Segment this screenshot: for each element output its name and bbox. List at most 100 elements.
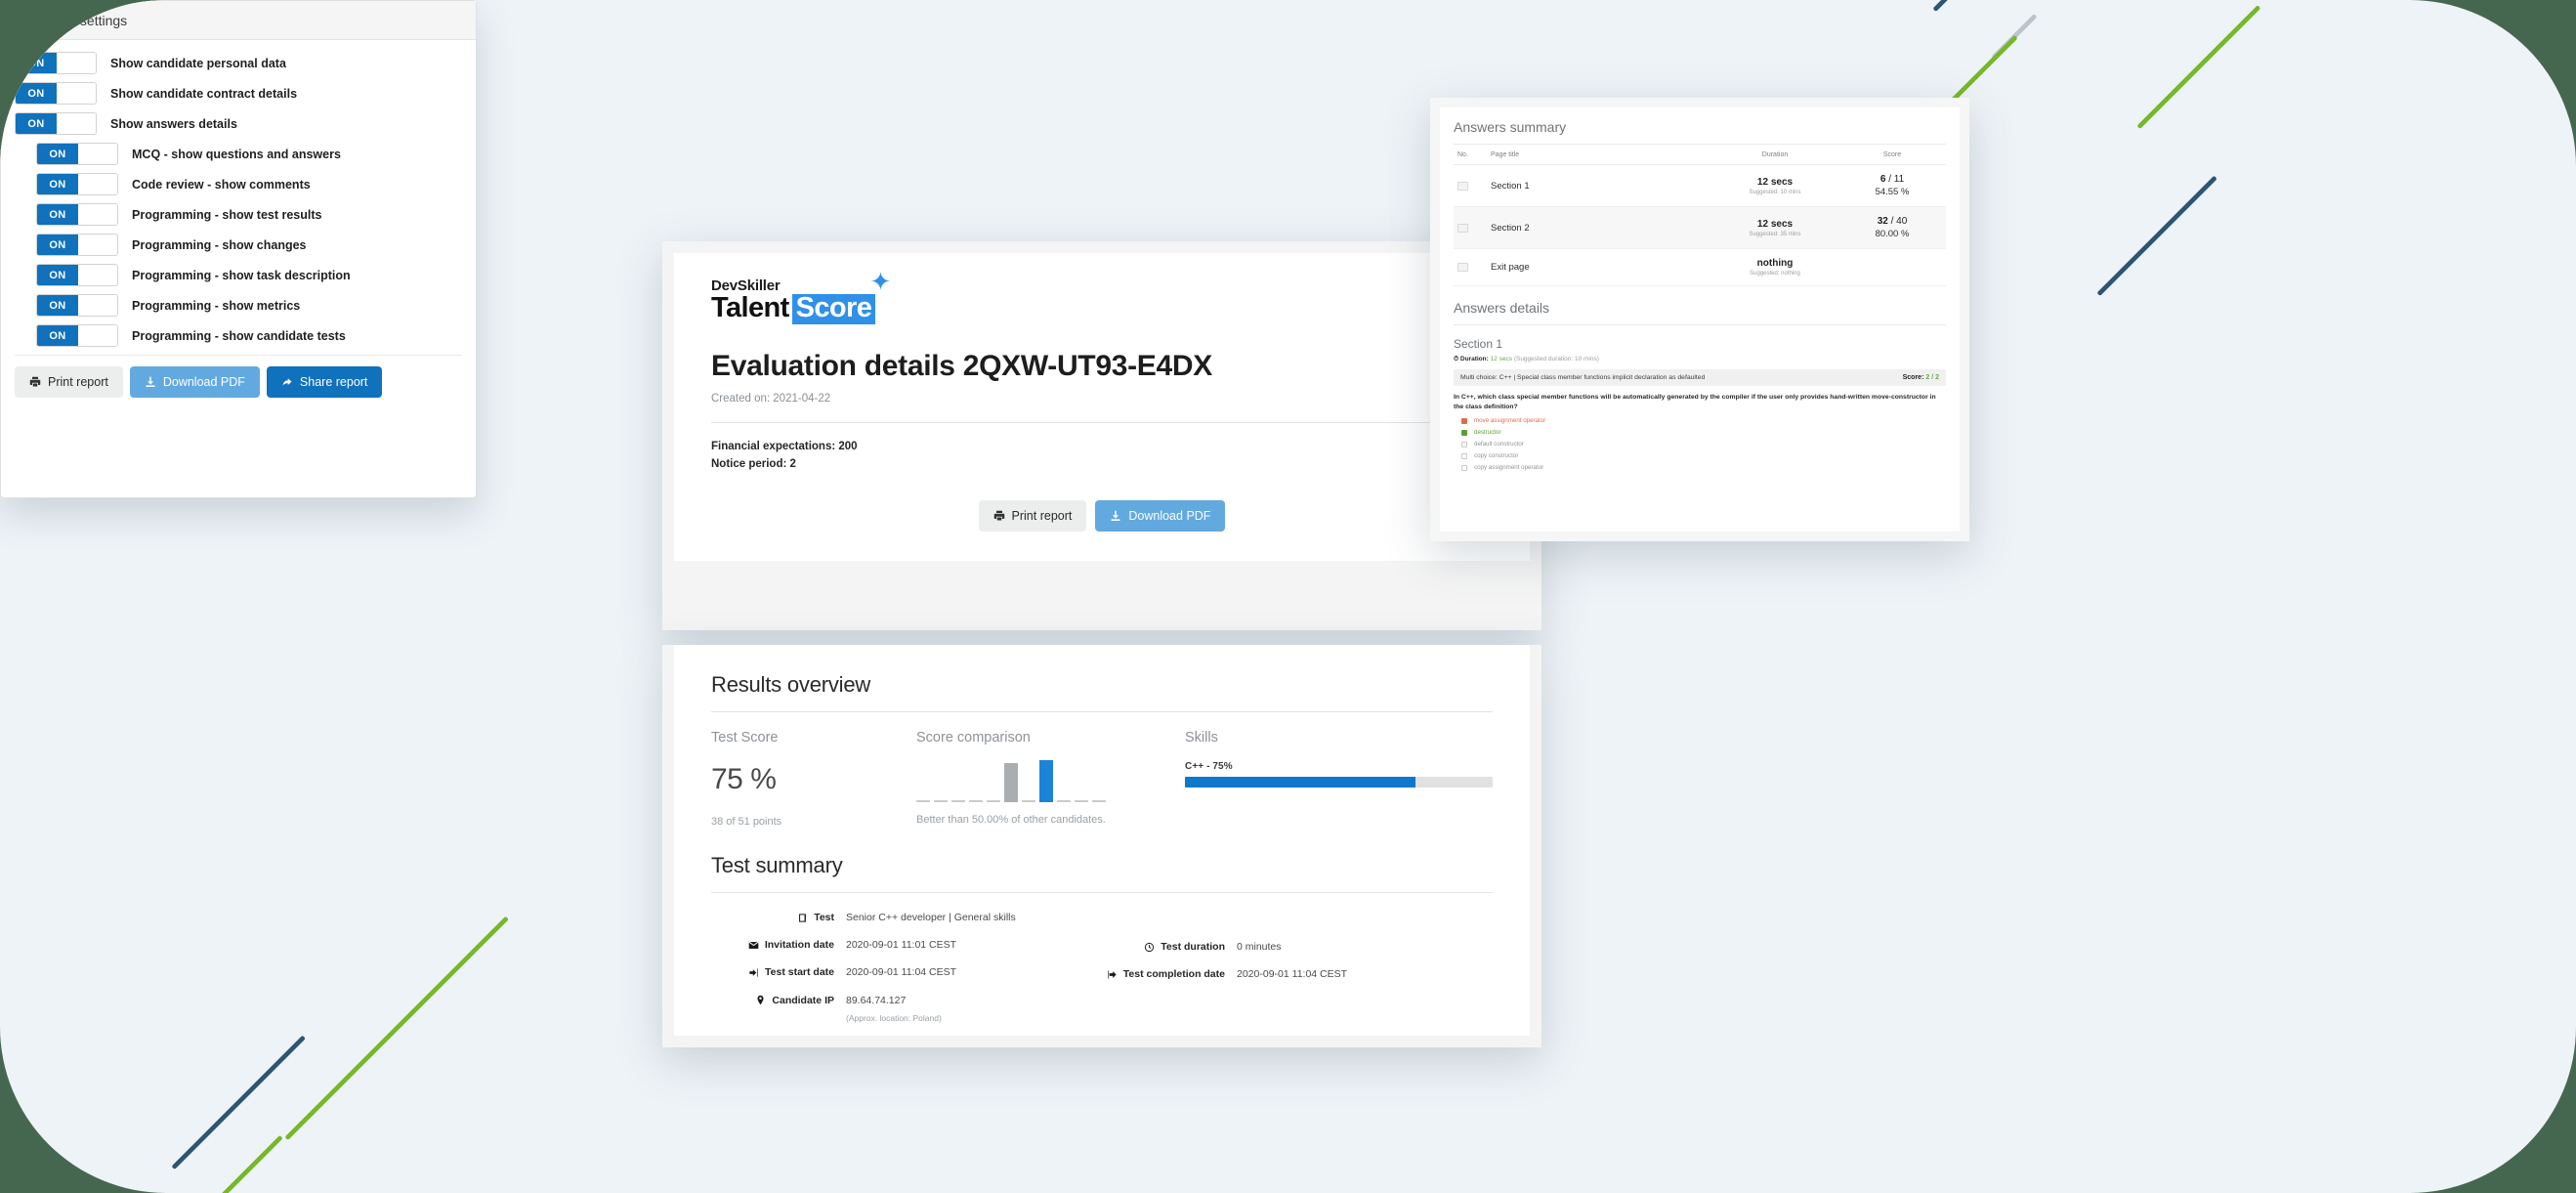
answer-option: copy assignment operator [1454,464,1946,471]
checkbox-icon[interactable] [1457,263,1468,272]
test-summary-key-label: Test start date [765,966,834,979]
test-summary-key: Test duration [1102,940,1225,953]
test-summary-key-label: Test duration [1161,941,1225,953]
test-summary-row: Invitation date 2020-09-01 11:01 CEST [711,938,1102,953]
score-comparison-label: Score comparison [916,730,1031,746]
results-overview-heading: Results overview [711,672,871,697]
histogram-tick [1092,800,1106,802]
test-summary-row: Test completion date 2020-09-01 11:04 CES… [1102,967,1493,982]
skills-column: Skills C++ - 75% [1185,730,1493,828]
checkbox-icon[interactable] [1457,181,1468,191]
histogram-tick [951,800,965,802]
incorrect-checkbox-icon [1461,417,1467,424]
setting-label: Programming - show candidate tests [132,328,346,343]
setting-toggle-state: ON [16,113,57,134]
download-pdf-button[interactable]: Download PDF [1095,500,1226,533]
histogram-tick [987,800,1000,802]
deco-line-green-4 [221,1134,283,1193]
row-duration-value: 12 secs [1756,218,1794,230]
question-bar-title: Multi choice: C++ | Special class member… [1460,374,1706,381]
column-header-no: No. [1454,145,1487,165]
setting-toggle[interactable]: ON [15,82,97,105]
report-setting-row: ON Programming - show test results [15,203,462,226]
setting-toggle[interactable]: ON [15,112,97,135]
test-summary-left-column: Test Senior C++ developer | General skill… [711,911,1102,1037]
setting-toggle[interactable]: ON [36,234,118,256]
test-summary-value-text: 2020-09-01 11:01 CEST [846,939,957,952]
report-setting-row: ON Show answers details [15,112,462,135]
download-pdf-label: Download PDF [1128,509,1211,524]
test-summary-heading: Test summary [711,853,843,877]
deco-line-navy-1 [1932,0,2053,13]
row-score-percent: 54.55 % [1875,187,1910,197]
printer-icon [29,376,41,388]
setting-toggle[interactable]: ON [36,143,118,165]
answers-sheet: Answers summary No. Page title Duration … [1440,107,1960,532]
test-summary-value: 0 minutes [1225,940,1282,955]
settings-print-report-button[interactable]: Print report [15,366,123,398]
histogram-tick [934,800,948,802]
row-score-fraction: 6 / 11 [1879,174,1905,185]
signout-icon [1107,969,1118,980]
answers-summary-heading: Answers summary [1454,119,1567,135]
setting-toggle[interactable]: ON [36,173,118,195]
test-summary-key: Invitation date [711,938,834,951]
settings-print-report-label: Print report [48,375,108,389]
report-setting-row: ON Programming - show changes [15,234,462,256]
test-score-points: 38 of 51 points [711,816,782,828]
divider [711,421,1493,423]
answer-option-label: copy assignment operator [1474,464,1544,472]
test-summary-value-text: 89.64.74.127 [846,994,907,1006]
answers-details-section-name: Section 1 [1454,337,1503,351]
test-score-column: Test Score 75 % 38 of 51 points [711,730,916,828]
score-comparison-note: Better than 50.00% of other candidates. [916,814,1106,826]
checkbox-icon [1461,441,1467,447]
setting-toggle-knob [56,83,96,104]
clock-icon [1144,942,1155,953]
report-setting-row: ON Programming - show task description [15,264,462,286]
setting-toggle[interactable]: ON [36,324,118,347]
row-checkbox-cell[interactable] [1454,248,1487,286]
setting-toggle[interactable]: ON [15,52,97,74]
print-report-button[interactable]: Print report [978,500,1087,533]
test-summary-key-label: Test [814,912,834,923]
divider [711,892,1493,893]
divider [711,711,1493,712]
setting-toggle-state: ON [37,174,78,194]
row-checkbox-cell[interactable] [1454,206,1487,249]
report-setting-row: ON Code review - show comments [15,173,462,195]
settings-download-pdf-button[interactable]: Download PDF [129,366,260,398]
report-settings-header: Report settings [1,1,476,40]
answer-option: default constructor [1454,441,1946,447]
checkbox-icon[interactable] [1457,223,1468,233]
answer-option-label: copy constructor [1474,452,1519,460]
download-icon [145,376,156,388]
answer-option: destructor [1454,429,1946,436]
test-summary-row: Test start date 2020-09-01 11:04 CEST [711,965,1102,980]
report-setting-row: ON Programming - show metrics [15,294,462,317]
setting-toggle-knob [77,325,117,346]
histogram-tick [969,800,983,802]
evaluation-report-sheet: DevSkiller Talent Score ✦ Evaluation det… [674,253,1530,562]
histogram-tick [1057,800,1071,802]
answer-option: move assignment operator [1454,417,1946,424]
row-checkbox-cell[interactable] [1454,164,1487,207]
setting-toggle[interactable]: ON [36,203,118,226]
report-action-buttons: Print report Download PDF [711,500,1493,533]
test-summary-key: Test completion date [1102,967,1225,980]
answers-summary-table: No. Page title Duration Score Section 11… [1454,145,1946,286]
answer-option-label: move assignment operator [1474,417,1546,425]
answer-option-label: destructor [1474,429,1501,437]
share-report-button[interactable]: Share report [266,366,383,398]
setting-toggle[interactable]: ON [36,264,118,286]
setting-toggle[interactable]: ON [36,294,118,317]
test-summary-value-text: Senior C++ developer | General skills [846,912,1016,923]
envelope-icon [748,940,759,951]
settings-download-pdf-label: Download PDF [162,375,245,389]
test-summary-grid: Test Senior C++ developer | General skill… [711,911,1493,1037]
setting-toggle-knob [56,113,96,134]
correct-checkbox-icon [1461,429,1467,436]
row-score-fraction: 32 / 40 [1877,216,1908,227]
setting-toggle-state: ON [16,83,57,104]
test-summary-value-text: 2020-09-01 11:04 CEST [1237,968,1348,981]
